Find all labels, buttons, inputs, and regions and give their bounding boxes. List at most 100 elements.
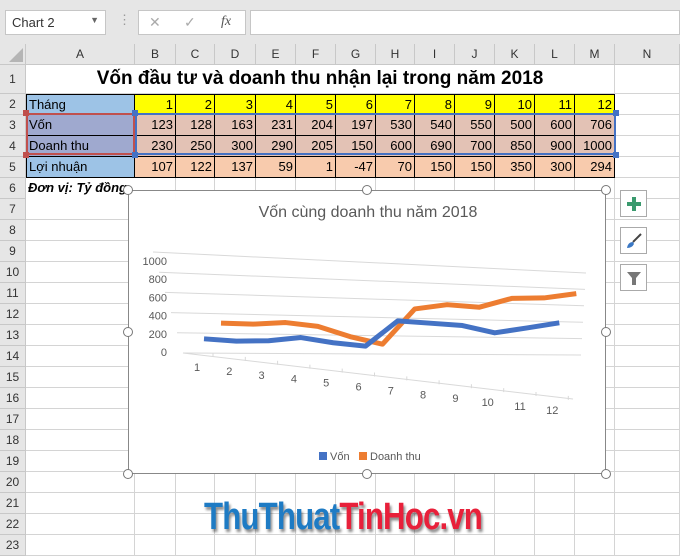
row-header-18[interactable]: 18	[0, 430, 26, 451]
chart-styles-button[interactable]	[620, 227, 647, 254]
data-cell[interactable]: 123	[135, 115, 176, 136]
data-cell[interactable]: 600	[535, 115, 575, 136]
select-all-button[interactable]	[0, 44, 26, 65]
cell[interactable]	[575, 493, 615, 514]
cell[interactable]	[615, 472, 680, 493]
column-header-G[interactable]: G	[336, 44, 376, 65]
row-header-13[interactable]: 13	[0, 325, 26, 346]
column-header-C[interactable]: C	[176, 44, 215, 65]
insert-function-icon[interactable]: fx	[221, 14, 231, 30]
cell[interactable]	[615, 388, 680, 409]
data-cell[interactable]: 128	[176, 115, 215, 136]
cell[interactable]	[135, 514, 176, 535]
chart-resize-handle[interactable]	[601, 185, 611, 195]
enter-icon[interactable]: ✓	[184, 14, 196, 31]
data-cell[interactable]: 4	[256, 94, 296, 115]
data-cell[interactable]: 2	[176, 94, 215, 115]
cell[interactable]	[615, 514, 680, 535]
range-handle[interactable]	[23, 110, 29, 116]
row-header-15[interactable]: 15	[0, 367, 26, 388]
data-cell[interactable]: 231	[256, 115, 296, 136]
column-header-F[interactable]: F	[296, 44, 336, 65]
data-cell[interactable]: 107	[135, 157, 176, 178]
range-handle[interactable]	[23, 152, 29, 158]
cell[interactable]	[26, 283, 135, 304]
cell[interactable]	[615, 115, 680, 136]
data-cell[interactable]: 150	[336, 136, 376, 157]
cell[interactable]	[615, 409, 680, 430]
row-header-9[interactable]: 9	[0, 241, 26, 262]
data-cell[interactable]: 700	[455, 136, 495, 157]
data-cell[interactable]: 850	[495, 136, 535, 157]
data-cell[interactable]: 10	[495, 94, 535, 115]
row-header-8[interactable]: 8	[0, 220, 26, 241]
data-cell[interactable]: 230	[135, 136, 176, 157]
cell[interactable]	[26, 514, 135, 535]
data-cell[interactable]: 600	[376, 136, 415, 157]
column-header-M[interactable]: M	[575, 44, 615, 65]
cell[interactable]	[615, 367, 680, 388]
row-header-19[interactable]: 19	[0, 451, 26, 472]
chart-filters-button[interactable]	[620, 264, 647, 291]
cell[interactable]	[495, 535, 535, 556]
column-header-A[interactable]: A	[26, 44, 135, 65]
cell[interactable]	[135, 493, 176, 514]
chart-resize-handle[interactable]	[123, 185, 133, 195]
range-handle[interactable]	[132, 152, 138, 158]
row-header-22[interactable]: 22	[0, 514, 26, 535]
data-cell[interactable]: 1	[135, 94, 176, 115]
cell[interactable]	[615, 535, 680, 556]
row-header-11[interactable]: 11	[0, 283, 26, 304]
cell[interactable]	[615, 94, 680, 115]
data-cell[interactable]: 150	[415, 157, 455, 178]
column-header-I[interactable]: I	[415, 44, 455, 65]
chart-resize-handle[interactable]	[601, 327, 611, 337]
cell[interactable]	[26, 304, 135, 325]
row-header-5[interactable]: 5	[0, 157, 26, 178]
data-cell[interactable]: 150	[455, 157, 495, 178]
data-cell[interactable]: 900	[535, 136, 575, 157]
cell[interactable]	[26, 493, 135, 514]
cell[interactable]	[615, 136, 680, 157]
cell[interactable]	[135, 535, 176, 556]
data-cell[interactable]: 7	[376, 94, 415, 115]
data-cell[interactable]: 163	[215, 115, 256, 136]
cell[interactable]	[26, 409, 135, 430]
cell[interactable]	[495, 493, 535, 514]
chevron-down-icon[interactable]: ▼	[90, 15, 99, 25]
cell[interactable]	[495, 514, 535, 535]
cell[interactable]	[535, 535, 575, 556]
chart-resize-handle[interactable]	[123, 469, 133, 479]
cell[interactable]	[615, 346, 680, 367]
row-header-7[interactable]: 7	[0, 199, 26, 220]
data-cell[interactable]: 350	[495, 157, 535, 178]
row-header-14[interactable]: 14	[0, 346, 26, 367]
cell[interactable]	[615, 304, 680, 325]
cell[interactable]	[535, 514, 575, 535]
row-header-12[interactable]: 12	[0, 304, 26, 325]
data-cell[interactable]: 6	[336, 94, 376, 115]
data-cell[interactable]: 137	[215, 157, 256, 178]
data-cell[interactable]: 1	[296, 157, 336, 178]
data-cell[interactable]: 122	[176, 157, 215, 178]
data-cell[interactable]: 500	[495, 115, 535, 136]
chart-resize-handle[interactable]	[362, 469, 372, 479]
cell[interactable]	[615, 493, 680, 514]
data-cell[interactable]: -47	[336, 157, 376, 178]
cell[interactable]	[615, 325, 680, 346]
column-header-B[interactable]: B	[135, 44, 176, 65]
range-handle[interactable]	[613, 110, 619, 116]
row-header-1[interactable]: 1	[0, 65, 26, 94]
data-cell[interactable]: 1000	[575, 136, 615, 157]
row-header-23[interactable]: 23	[0, 535, 26, 556]
cell[interactable]	[615, 430, 680, 451]
cell[interactable]	[26, 367, 135, 388]
data-cell[interactable]: 70	[376, 157, 415, 178]
cell[interactable]	[615, 451, 680, 472]
column-header-H[interactable]: H	[376, 44, 415, 65]
row-label-cell[interactable]: Vốn	[26, 115, 135, 136]
data-cell[interactable]: 706	[575, 115, 615, 136]
row-label-cell[interactable]: Tháng	[26, 94, 135, 115]
formula-input[interactable]	[250, 10, 680, 35]
cell[interactable]	[26, 262, 135, 283]
